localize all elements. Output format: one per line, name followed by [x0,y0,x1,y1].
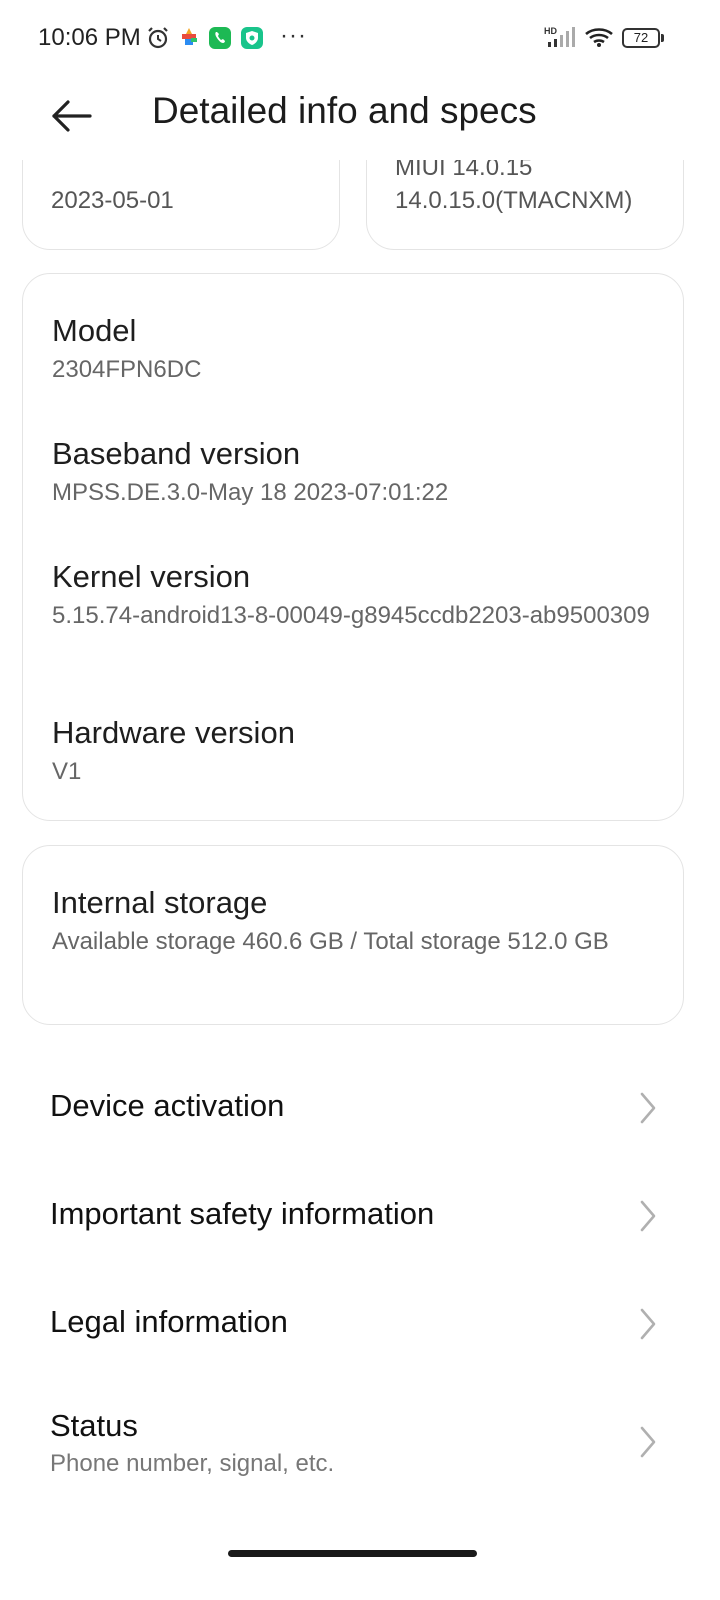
baseband-label: Baseband version [52,436,301,471]
security-app-icon [240,26,264,55]
legal-information-label: Legal information [50,1304,288,1339]
chevron-right-icon [640,1092,656,1124]
status-time: 10:06 PM [38,24,141,51]
battery-icon: 72 [622,28,660,48]
chevron-right-icon [640,1308,656,1340]
baseband-value: MPSS.DE.3.0-May 18 2023-07:01:22 [52,479,449,506]
chevron-right-icon [640,1426,656,1458]
miui-version-name: MIUI 14.0.15 [395,160,533,181]
chevron-right-icon [640,1200,656,1232]
safety-information-label: Important safety information [50,1196,435,1231]
security-patch-card[interactable]: 2023-05-01 [22,160,340,250]
content-scroll[interactable]: 2023-05-01 MIUI 14.0.15 14.0.15.0(TMACNX… [0,160,720,1550]
wifi-icon [584,26,614,53]
miui-version-value: 14.0.15.0(TMACNXM) [395,187,633,214]
storage-title: Internal storage [52,885,268,920]
app-notification-icon [178,26,200,53]
model-label: Model [52,313,137,348]
safety-information-row[interactable]: Important safety information [0,1178,720,1254]
hardware-item: Hardware version V1 [52,714,662,788]
app-header: Detailed info and specs [0,72,720,160]
device-activation-label: Device activation [50,1088,285,1123]
arrow-left-icon [52,100,92,132]
hardware-value: V1 [52,758,82,785]
phone-app-icon [208,26,232,55]
battery-tip [661,34,664,42]
screen: 10:06 PM ··· HD 72 Detailed info and spe… [0,0,720,1600]
status-row[interactable]: Status Phone number, signal, etc. [0,1392,720,1492]
hardware-label: Hardware version [52,715,295,750]
model-item: Model 2304FPN6DC [52,312,662,386]
status-label: Status [50,1408,138,1443]
home-indicator[interactable] [228,1550,477,1557]
security-patch-value: 2023-05-01 [51,187,174,214]
status-bar: 10:06 PM ··· HD 72 [0,0,720,72]
device-activation-row[interactable]: Device activation [0,1070,720,1146]
more-notifications-icon: ··· [280,22,307,49]
model-value: 2304FPN6DC [52,356,202,383]
status-sublabel: Phone number, signal, etc. [50,1450,335,1477]
internal-storage-card[interactable]: Internal storage Available storage 460.6… [22,845,684,1025]
specs-card: Model 2304FPN6DC Baseband version MPSS.D… [22,273,684,821]
page-title: Detailed info and specs [152,90,537,131]
baseband-item: Baseband version MPSS.DE.3.0-May 18 2023… [52,435,662,509]
storage-item: Internal storage Available storage 460.6… [52,884,662,958]
legal-information-row[interactable]: Legal information [0,1286,720,1362]
kernel-item: Kernel version 5.15.74-android13-8-00049… [52,558,662,632]
miui-version-card[interactable]: MIUI 14.0.15 14.0.15.0(TMACNXM) [366,160,684,250]
hd-badge: HD [544,26,557,36]
kernel-value: 5.15.74-android13-8-00049-g8945ccdb2203-… [52,602,650,629]
back-button[interactable] [42,88,98,144]
alarm-icon [146,26,170,55]
kernel-label: Kernel version [52,559,251,594]
signal-icon: HD [544,26,578,53]
storage-detail: Available storage 460.6 GB / Total stora… [52,928,609,955]
